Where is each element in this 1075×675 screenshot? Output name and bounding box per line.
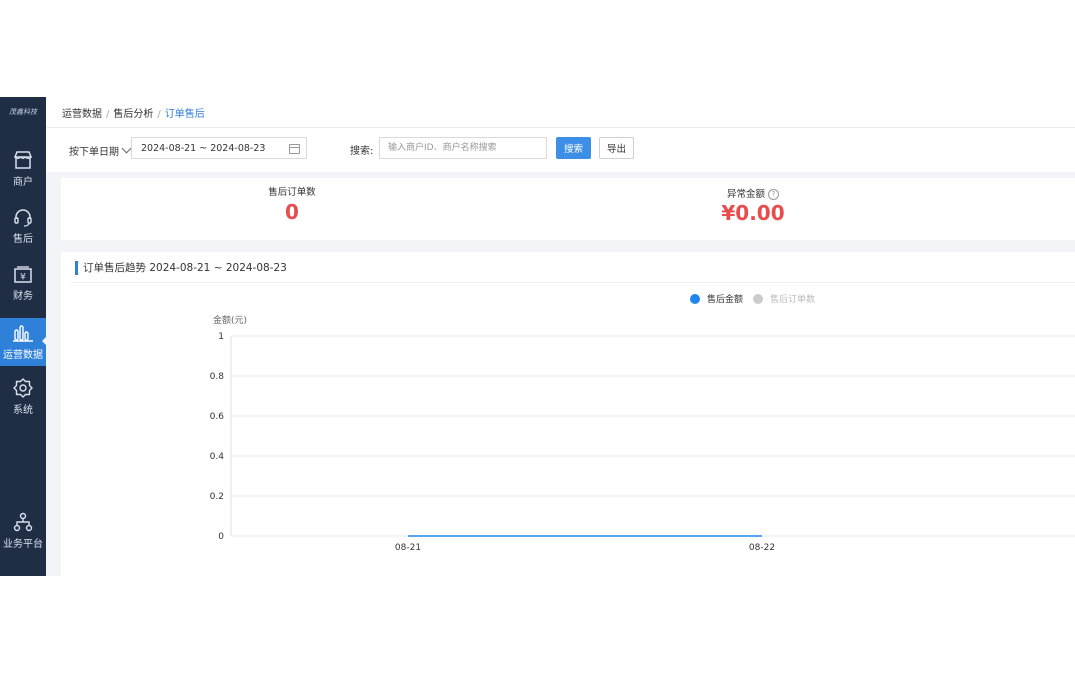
sidebar-item-system[interactable]: 系统 bbox=[0, 377, 46, 425]
sidebar-item-finance[interactable]: ¥ 财务 bbox=[0, 263, 46, 311]
breadcrumb-item[interactable]: 售后分析 bbox=[113, 109, 153, 120]
date-range-picker[interactable]: 2024-08-21 ~ 2024-08-23 bbox=[131, 137, 307, 159]
chart-card: 订单售后趋势 2024-08-21 ~ 2024-08-23 金额(元) 1 0.8… bbox=[61, 252, 1075, 576]
sidebar-item-label: 运营数据 bbox=[3, 350, 43, 361]
stats-panel: 售后订单数 0 异常金额? ¥0.00 bbox=[61, 178, 1075, 240]
date-range-value: 2024-08-21 ~ 2024-08-23 bbox=[141, 143, 266, 154]
sidebar-item-merchant[interactable]: 商户 bbox=[0, 149, 46, 197]
breadcrumb-current: 订单售后 bbox=[164, 109, 205, 120]
legend-item[interactable]: 售后订单数 bbox=[770, 293, 815, 305]
sidebar-item-operations-data[interactable]: 运营数据 bbox=[0, 318, 47, 366]
sidebar-item-label: 售后 bbox=[13, 234, 33, 245]
legend-item[interactable]: 售后金额 bbox=[707, 293, 743, 305]
chevron-down-icon bbox=[121, 143, 132, 154]
sidebar-item-label: 商户 bbox=[13, 177, 33, 188]
x-tick-label: 08-22 bbox=[749, 543, 775, 553]
sidebar-item-label: 财务 bbox=[13, 291, 33, 302]
breadcrumb: 运营数据 / 售后分析 / 订单售后 bbox=[62, 109, 205, 120]
line-chart: 金额(元) 1 0.8 0.6 0.4 0.2 0 08-21 08-22 售后金额 售后订单数 bbox=[210, 293, 1075, 553]
calendar-icon bbox=[289, 144, 300, 154]
logo: 茂鑫科技 bbox=[9, 108, 37, 116]
amount-value: ¥0.00 bbox=[721, 201, 785, 225]
gear-icon bbox=[13, 378, 33, 398]
y-tick-label: 0.6 bbox=[210, 412, 225, 422]
search-input[interactable] bbox=[379, 137, 547, 159]
y-tick-label: 0 bbox=[218, 532, 224, 542]
bar-chart-icon bbox=[13, 325, 33, 342]
finance-icon: ¥ bbox=[14, 266, 32, 283]
x-tick-label: 08-21 bbox=[395, 543, 421, 553]
y-tick-label: 0.8 bbox=[210, 372, 225, 382]
search-label: 搜索: bbox=[350, 146, 374, 157]
order-count-label: 售后订单数 bbox=[268, 187, 316, 198]
sidebar-item-business-platform[interactable]: 业务平台 bbox=[0, 511, 46, 559]
sidebar: 茂鑫科技 商户 售后 ¥ 财务 运营数据 系统 业务平台 bbox=[0, 97, 47, 576]
y-tick-label: 0.2 bbox=[210, 492, 224, 502]
filter-bar: 按下单日期 2024-08-21 ~ 2024-08-23 搜索: 搜索 导出 bbox=[46, 128, 1075, 172]
help-icon[interactable]: ? bbox=[768, 189, 780, 200]
amount-label-group: 异常金额? bbox=[726, 186, 780, 200]
headset-icon bbox=[14, 209, 32, 227]
svg-text:¥: ¥ bbox=[20, 273, 26, 283]
shop-icon bbox=[13, 151, 33, 169]
topbar: 运营数据 / 售后分析 / 订单售后 bbox=[46, 97, 1075, 128]
sidebar-item-label: 系统 bbox=[13, 405, 33, 416]
date-type-label: 按下单日期 bbox=[69, 147, 119, 158]
order-count-value: 0 bbox=[285, 200, 299, 224]
search-button[interactable]: 搜索 bbox=[556, 137, 591, 159]
y-tick-label: 0.4 bbox=[210, 452, 225, 462]
legend-marker[interactable] bbox=[690, 294, 700, 304]
main-content: 运营数据 / 售后分析 / 订单售后 按下单日期 2024-08-21 ~ 2024-0… bbox=[46, 97, 1075, 576]
app-window: 茂鑫科技 商户 售后 ¥ 财务 运营数据 系统 业务平台 运营数据 / 售后分析… bbox=[0, 97, 1075, 576]
amount-label: 异常金额 bbox=[726, 189, 766, 200]
sidebar-item-label: 业务平台 bbox=[3, 539, 43, 550]
y-axis-label: 金额(元) bbox=[213, 314, 247, 326]
export-button[interactable]: 导出 bbox=[599, 137, 634, 159]
date-type-select[interactable]: 按下单日期 bbox=[69, 143, 132, 158]
sidebar-item-aftersale[interactable]: 售后 bbox=[0, 206, 46, 254]
breadcrumb-item[interactable]: 运营数据 bbox=[62, 109, 102, 120]
legend-marker[interactable] bbox=[753, 294, 763, 304]
network-icon bbox=[13, 512, 33, 532]
y-tick-label: 1 bbox=[218, 332, 224, 342]
